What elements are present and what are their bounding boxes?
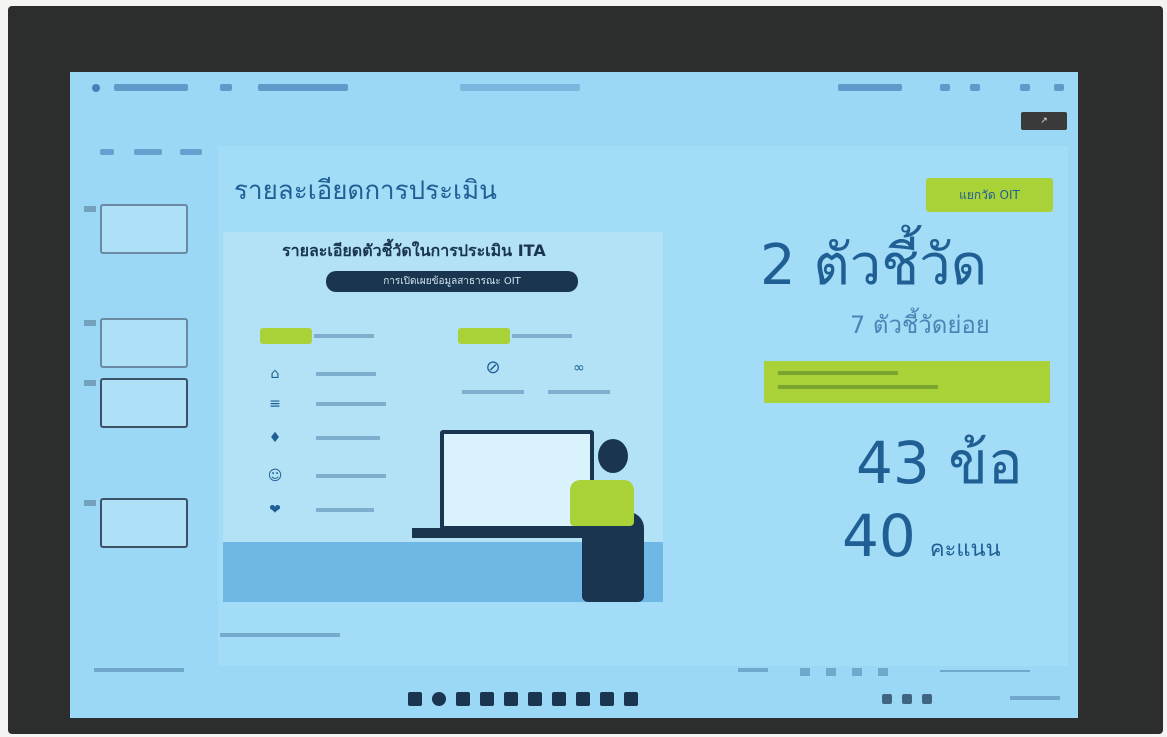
handshake-icon: ❤ — [269, 502, 281, 518]
indicator-text — [512, 334, 572, 338]
prohibited-icon: ⊘ — [485, 357, 501, 378]
score-unit: คะแนน — [929, 537, 1001, 562]
infographic-pill: การเปิดเผยข้อมูลสาธารณะ OIT — [326, 271, 578, 292]
zoom-slider[interactable] — [940, 670, 1030, 672]
edge-icon[interactable] — [552, 692, 566, 706]
autosave-toggle[interactable] — [114, 84, 188, 91]
slide-thumbnail[interactable] — [100, 318, 188, 368]
folder-icon[interactable] — [528, 692, 542, 706]
indicators-count: 2 ตัวชี้วัด — [760, 233, 988, 298]
search-icon[interactable] — [432, 692, 446, 706]
clock[interactable] — [1010, 696, 1060, 700]
indicator-text — [314, 334, 374, 338]
close-icon[interactable] — [1054, 84, 1064, 91]
maximize-icon[interactable] — [1020, 84, 1030, 91]
score-total: 40 คะแนน — [842, 502, 1001, 570]
document-name — [258, 84, 348, 91]
indicator-item-text — [316, 372, 376, 376]
minimize-icon[interactable] — [940, 84, 950, 91]
mail-icon[interactable] — [600, 692, 614, 706]
sorter-view-icon[interactable] — [826, 668, 836, 676]
app-logo-icon[interactable] — [92, 84, 100, 92]
notes-button[interactable] — [738, 668, 768, 672]
indicator-tag — [458, 328, 510, 344]
task-view-icon[interactable] — [456, 692, 470, 706]
slide-thumbnails-pane[interactable] — [70, 134, 212, 646]
thumb-number — [84, 380, 96, 386]
slide-thumbnail[interactable] — [100, 378, 188, 428]
chat-icon[interactable] — [504, 692, 518, 706]
thumb-number — [84, 320, 96, 326]
indicator-item-text — [316, 474, 386, 478]
highlight-text — [778, 385, 938, 389]
indicator-item-text — [548, 390, 610, 394]
store-icon[interactable] — [576, 692, 590, 706]
slideshow-icon[interactable] — [878, 668, 888, 676]
app-window: ↗ รายละเอียดการประเมิน แยกวัด OIT 2 ตัวช… — [70, 72, 1078, 718]
notes-pane[interactable] — [220, 633, 340, 637]
fire-icon: ♦ — [268, 430, 282, 446]
highlight-box — [764, 361, 1050, 403]
tray-chevron-icon[interactable] — [882, 694, 892, 704]
slide-thumbnail-active[interactable] — [100, 498, 188, 548]
slide-counter — [94, 668, 184, 672]
sub-indicators-count: 7 ตัวชี้วัดย่อย — [850, 311, 990, 339]
wifi-icon[interactable] — [902, 694, 912, 704]
indicator-item-text — [316, 508, 374, 512]
indicator-item-text — [462, 390, 524, 394]
ribbon-tabs — [70, 106, 1078, 155]
restore-icon[interactable] — [970, 84, 980, 91]
normal-view-icon[interactable] — [800, 668, 810, 676]
save-icon[interactable] — [220, 84, 232, 91]
powerpoint-icon[interactable] — [624, 692, 638, 706]
account-name — [838, 84, 902, 91]
volume-icon[interactable] — [922, 694, 932, 704]
document-icon: ≡ — [269, 396, 281, 412]
thumb-number — [84, 206, 96, 212]
title-bar — [70, 72, 1078, 106]
indicator-tag — [260, 328, 312, 344]
slide-title: รายละเอียดการประเมิน — [234, 176, 497, 206]
people-icon: ☺ — [267, 468, 283, 484]
oit-badge: แยกวัด OIT — [926, 178, 1053, 212]
slide-thumbnail[interactable] — [100, 204, 188, 254]
windows-start-icon[interactable] — [408, 692, 422, 706]
thumb-number — [84, 500, 96, 506]
indicator-item-text — [316, 402, 386, 406]
score-value: 40 — [842, 502, 916, 570]
widgets-icon[interactable] — [480, 692, 494, 706]
building-icon: ⌂ — [270, 366, 280, 382]
items-count: 43 ข้อ — [856, 429, 1023, 497]
indicator-item-text — [316, 436, 380, 440]
share-icon: ↗ — [1040, 116, 1048, 126]
status-bar — [70, 662, 1078, 680]
infographic-heading: รายละเอียดตัวชี้วัดในการประเมิน ITA — [282, 241, 546, 260]
reading-view-icon[interactable] — [852, 668, 862, 676]
illustration-person-head — [598, 439, 628, 473]
binoculars-icon: ∞ — [573, 360, 585, 376]
search-box[interactable] — [460, 84, 580, 91]
highlight-text — [778, 371, 898, 375]
share-button[interactable]: ↗ — [1021, 112, 1067, 130]
illustration-person — [570, 480, 634, 526]
